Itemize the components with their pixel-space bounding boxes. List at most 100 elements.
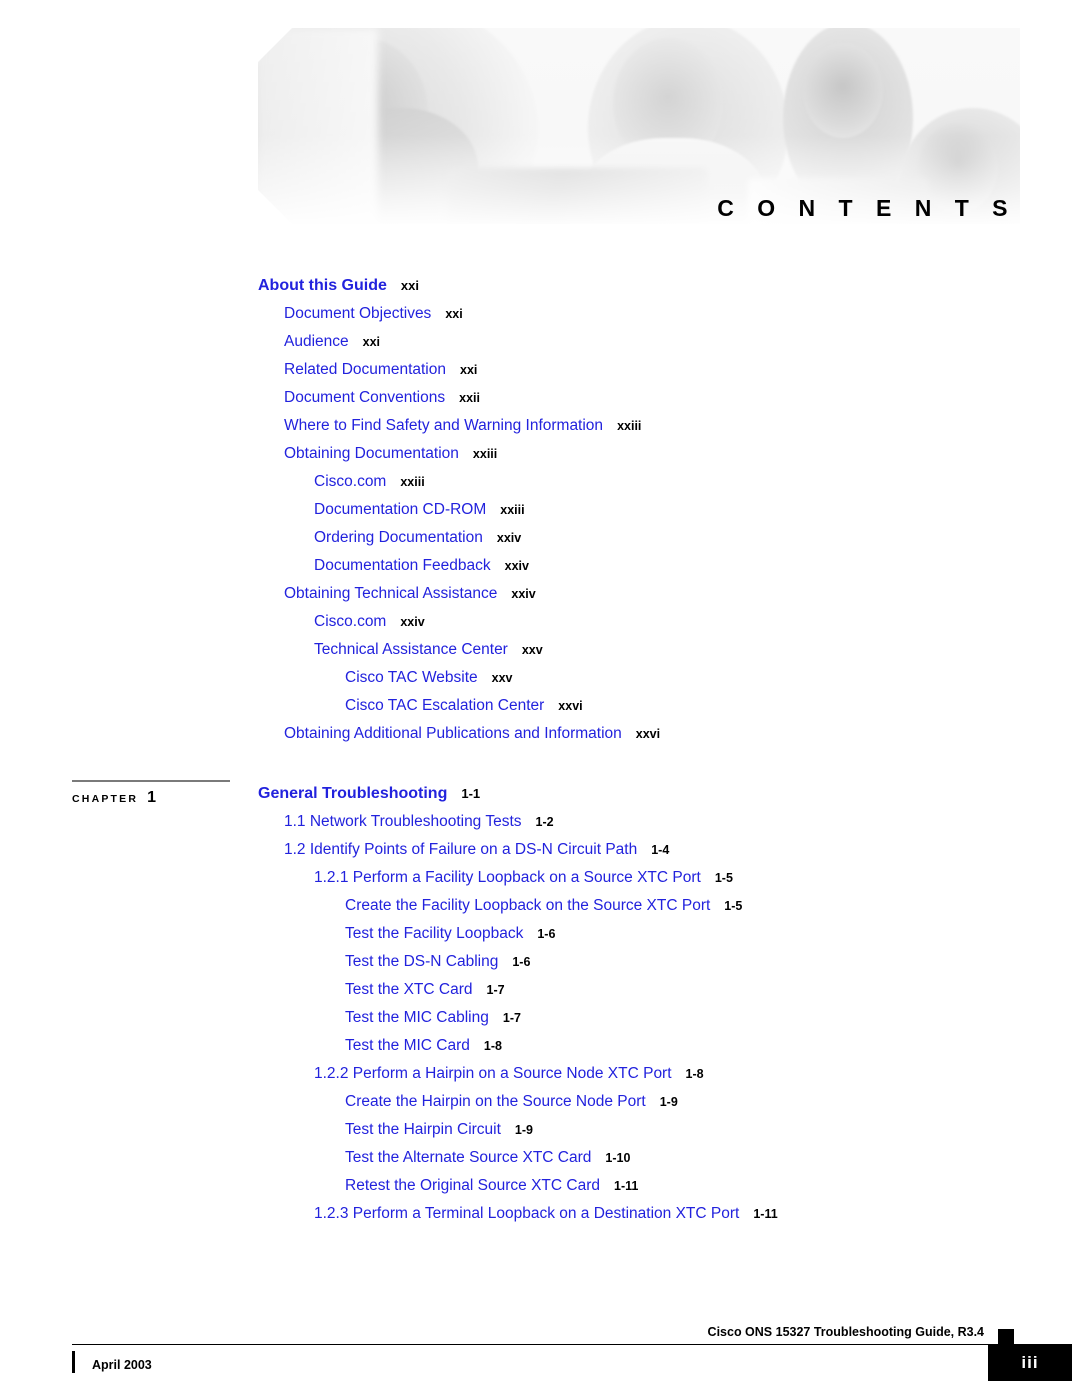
toc-entry-label[interactable]: 1.2.1 Perform a Facility Loopback on a S… — [314, 869, 701, 886]
toc-entry[interactable]: Test the Hairpin Circuit 1-9 — [0, 1116, 1080, 1144]
toc-entry-label[interactable]: Cisco.com — [314, 613, 386, 630]
toc-entry[interactable]: Document Conventions xxii — [0, 384, 1080, 412]
toc-entry[interactable]: General Troubleshooting 1-1 — [0, 780, 1080, 808]
toc-entry-label[interactable]: Obtaining Additional Publications and In… — [284, 725, 622, 742]
toc-entry-label[interactable]: General Troubleshooting — [258, 785, 447, 802]
toc-entry-label[interactable]: Document Conventions — [284, 389, 445, 406]
toc-entry[interactable]: Create the Facility Loopback on the Sour… — [0, 892, 1080, 920]
toc-entry-label[interactable]: Where to Find Safety and Warning Informa… — [284, 417, 603, 434]
toc-entry-page: 1-8 — [685, 1067, 704, 1081]
toc-entry-label[interactable]: Cisco TAC Website — [345, 669, 478, 686]
toc-entry-label[interactable]: Retest the Original Source XTC Card — [345, 1177, 600, 1194]
toc-entry-page: xxiv — [400, 615, 425, 629]
toc-entry[interactable]: Where to Find Safety and Warning Informa… — [0, 412, 1080, 440]
toc-entry[interactable]: Obtaining Technical Assistance xxiv — [0, 580, 1080, 608]
table-of-contents: About this Guide xxi Document Objectives xx… — [0, 272, 1080, 1228]
toc-entry[interactable]: Retest the Original Source XTC Card 1-11 — [0, 1172, 1080, 1200]
toc-entry-page: 1-1 — [461, 786, 481, 801]
toc-entry[interactable]: Cisco.com xxiii — [0, 468, 1080, 496]
toc-entry-label[interactable]: Related Documentation — [284, 361, 446, 378]
banner-corner-notch-bottom-left — [258, 190, 292, 224]
toc-entry[interactable]: Test the Facility Loopback 1-6 — [0, 920, 1080, 948]
page-footer: Cisco ONS 15327 Troubleshooting Guide, R… — [0, 1307, 1080, 1397]
toc-entry-label[interactable]: Test the MIC Card — [345, 1037, 470, 1054]
toc-entry[interactable]: 1.2.2 Perform a Hairpin on a Source Node… — [0, 1060, 1080, 1088]
toc-entry-page: xxiii — [500, 503, 525, 517]
toc-entry-label[interactable]: Test the MIC Cabling — [345, 1009, 489, 1026]
page-banner: C O N T E N T S — [258, 28, 1020, 224]
toc-entry[interactable]: Cisco TAC Escalation Center xxvi — [0, 692, 1080, 720]
toc-entry[interactable]: Documentation CD-ROM xxiii — [0, 496, 1080, 524]
toc-entry[interactable]: Ordering Documentation xxiv — [0, 524, 1080, 552]
toc-chapter-entries: General Troubleshooting 1-1 1.1 Network Tr… — [0, 780, 1080, 1228]
toc-entry-page: 1-9 — [514, 1123, 533, 1137]
toc-entry-page: 1-11 — [753, 1207, 778, 1221]
toc-entry[interactable]: 1.2.1 Perform a Facility Loopback on a S… — [0, 864, 1080, 892]
toc-entry-page: xxvi — [635, 727, 661, 741]
toc-entry[interactable]: Test the MIC Card 1-8 — [0, 1032, 1080, 1060]
footer-guide-title: Cisco ONS 15327 Troubleshooting Guide, R… — [707, 1325, 984, 1339]
footer-page-number: iii — [988, 1344, 1072, 1381]
toc-entry[interactable]: Cisco TAC Website xxv — [0, 664, 1080, 692]
toc-entry[interactable]: 1.2 Identify Points of Failure on a DS-N… — [0, 836, 1080, 864]
banner-corner-notch-top-left — [258, 28, 292, 62]
toc-entry-label[interactable]: Obtaining Technical Assistance — [284, 585, 497, 602]
toc-entry-label[interactable]: Test the DS-N Cabling — [345, 953, 498, 970]
toc-entry[interactable]: About this Guide xxi — [0, 272, 1080, 300]
toc-entry-label[interactable]: Test the XTC Card — [345, 981, 473, 998]
toc-entry-label[interactable]: Cisco TAC Escalation Center — [345, 697, 544, 714]
toc-entry-page: xxi — [445, 307, 463, 321]
toc-entry[interactable]: Audience xxi — [0, 328, 1080, 356]
toc-entry-page: 1-4 — [651, 843, 670, 857]
toc-entry-label[interactable]: Create the Facility Loopback on the Sour… — [345, 897, 710, 914]
toc-entry-label[interactable]: Technical Assistance Center — [314, 641, 508, 658]
toc-entry[interactable]: Test the MIC Cabling 1-7 — [0, 1004, 1080, 1032]
toc-entry[interactable]: Test the XTC Card 1-7 — [0, 976, 1080, 1004]
toc-entry-label[interactable]: Ordering Documentation — [314, 529, 483, 546]
toc-entry-label[interactable]: Cisco.com — [314, 473, 386, 490]
toc-entry-label[interactable]: About this Guide — [258, 277, 387, 294]
toc-entry-page: xxv — [491, 671, 513, 685]
toc-entry-page: xxiii — [617, 419, 642, 433]
toc-entry-page: 1-7 — [486, 983, 505, 997]
toc-entry[interactable]: Document Objectives xxi — [0, 300, 1080, 328]
page-title: C O N T E N T S — [717, 195, 1016, 221]
toc-entry[interactable]: Test the Alternate Source XTC Card 1-10 — [0, 1144, 1080, 1172]
toc-entry[interactable]: Technical Assistance Center xxv — [0, 636, 1080, 664]
toc-entry-label[interactable]: Document Objectives — [284, 305, 431, 322]
toc-entry[interactable]: 1.2.3 Perform a Terminal Loopback on a D… — [0, 1200, 1080, 1228]
toc-entry-label[interactable]: 1.2.3 Perform a Terminal Loopback on a D… — [314, 1205, 739, 1222]
toc-entry-label[interactable]: Test the Hairpin Circuit — [345, 1121, 501, 1138]
toc-entry[interactable]: 1.1 Network Troubleshooting Tests 1-2 — [0, 808, 1080, 836]
toc-entry-label[interactable]: 1.2 Identify Points of Failure on a DS-N… — [284, 841, 637, 858]
toc-entry-page: 1-11 — [614, 1179, 639, 1193]
toc-entry-label[interactable]: Documentation Feedback — [314, 557, 491, 574]
toc-chapter-group: CHAPTER 1 General Troubleshooting 1-1 1.1 N… — [0, 780, 1080, 1228]
toc-entry[interactable]: Documentation Feedback xxiv — [0, 552, 1080, 580]
toc-entry-label[interactable]: 1.2.2 Perform a Hairpin on a Source Node… — [314, 1065, 672, 1082]
toc-front-matter-group: About this Guide xxi Document Objectives xx… — [0, 272, 1080, 748]
toc-entry-page: xxi — [400, 278, 419, 293]
footer-rule — [72, 1343, 1020, 1345]
toc-entry-page: 1-8 — [483, 1039, 502, 1053]
toc-entry-page: xxv — [521, 643, 543, 657]
toc-entry[interactable]: Obtaining Documentation xxiii — [0, 440, 1080, 468]
toc-entry[interactable]: Test the DS-N Cabling 1-6 — [0, 948, 1080, 976]
toc-entry-label[interactable]: Test the Alternate Source XTC Card — [345, 1149, 591, 1166]
toc-entry[interactable]: Cisco.com xxiv — [0, 608, 1080, 636]
toc-entry-label[interactable]: Documentation CD-ROM — [314, 501, 486, 518]
toc-entry[interactable]: Related Documentation xxi — [0, 356, 1080, 384]
toc-entry[interactable]: Create the Hairpin on the Source Node Po… — [0, 1088, 1080, 1116]
toc-entry[interactable]: Obtaining Additional Publications and In… — [0, 720, 1080, 748]
toc-entry-page: xxiii — [472, 447, 498, 461]
toc-entry-page: xxi — [460, 363, 478, 377]
toc-entry-label[interactable]: Test the Facility Loopback — [345, 925, 523, 942]
toc-entry-label[interactable]: Audience — [284, 333, 349, 350]
toc-entry-page: 1-5 — [714, 871, 733, 885]
toc-entry-page: xxiv — [504, 559, 529, 573]
footer-tick-marker — [72, 1351, 75, 1373]
toc-entry-label[interactable]: Create the Hairpin on the Source Node Po… — [345, 1093, 646, 1110]
toc-entry-label[interactable]: Obtaining Documentation — [284, 445, 459, 462]
toc-entry-label[interactable]: 1.1 Network Troubleshooting Tests — [284, 813, 522, 830]
toc-entry-page: 1-6 — [512, 955, 531, 969]
